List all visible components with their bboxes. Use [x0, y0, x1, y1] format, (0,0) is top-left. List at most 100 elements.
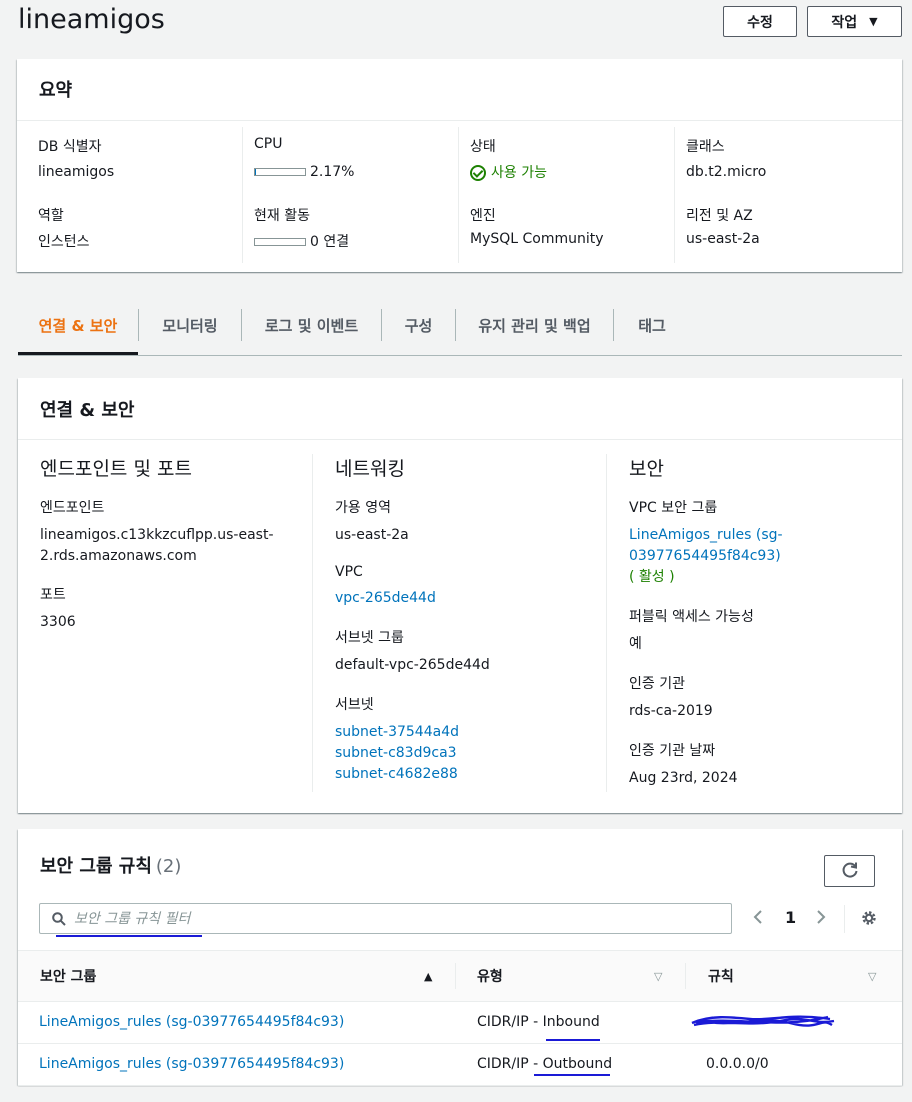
db-identifier-value: lineamigos — [38, 164, 115, 180]
ca-date-value: Aug 23rd, 2024 — [629, 770, 738, 786]
subnets-label: 서브넷 — [335, 697, 374, 713]
cpu-progress-bar — [254, 168, 306, 176]
redaction-scribble — [691, 1015, 835, 1027]
security-group-link[interactable]: LineAmigos_rules (sg-03977654495f84c93) — [39, 1056, 344, 1072]
rule-type-prefix: CIDR/IP - — [477, 1014, 543, 1030]
network-section-title: 네트워킹 — [335, 458, 405, 480]
rules-table-header: 보안 그룹 ▲ 유형 ▽ 규칙 ▽ — [18, 950, 902, 1002]
rule-type: CIDR/IP - Inbound — [477, 1014, 600, 1030]
column-header-type[interactable]: 유형 — [477, 966, 503, 986]
engine-value: MySQL Community — [470, 231, 604, 247]
rule-type: CIDR/IP - Outbound — [477, 1056, 612, 1072]
edit-button-label: 수정 — [747, 14, 773, 31]
security-group-link-cont[interactable]: 03977654495f84c93) — [629, 546, 902, 567]
sort-unsorted-icon[interactable]: ▽ — [654, 970, 662, 983]
summary-col-cpu: CPU 2.17% 현재 활동 0 연결 — [243, 127, 459, 263]
cpu-meter: 2.17% — [254, 164, 354, 180]
rules-title: 보안 그룹 규칙 (2) — [40, 852, 181, 878]
network-section: 네트워킹 가용 영역 us-east-2a VPC vpc-265de44d 서… — [313, 454, 607, 792]
rules-filter-field[interactable] — [39, 903, 732, 934]
security-group-link[interactable]: LineAmigos_rules (sg- — [629, 525, 902, 546]
vpc-label: VPC — [335, 564, 363, 580]
pager-divider — [844, 905, 845, 933]
endpoint-label: 엔드포인트 — [40, 500, 105, 516]
port-value: 3306 — [40, 614, 76, 630]
column-divider — [685, 963, 686, 989]
rules-count: (2) — [155, 856, 182, 877]
column-header-rule[interactable]: 규칙 — [708, 966, 734, 986]
activity-value: 0 연결 — [310, 234, 350, 250]
vpc-link[interactable]: vpc-265de44d — [335, 588, 606, 609]
tab-monitoring[interactable]: 모니터링 — [139, 306, 241, 355]
refresh-icon — [842, 862, 857, 878]
port-label: 포트 — [40, 587, 66, 603]
security-rules-panel: 보안 그룹 규칙(2) 1 보안 그룹 ▲ 유형 ▽ 규칙 ▽ LineAmig… — [18, 829, 902, 1086]
subnet-link[interactable]: subnet-37544a4d — [335, 722, 606, 743]
ca-value: rds-ca-2019 — [629, 703, 713, 719]
db-identifier-label: DB 식별자 — [38, 139, 102, 155]
tab-logs-events[interactable]: 로그 및 이벤트 — [242, 306, 381, 355]
subnet-link[interactable]: subnet-c83d9ca3 — [335, 743, 606, 764]
tab-bar: 연결 & 보안 모니터링 로그 및 이벤트 구성 유지 관리 및 백업 태그 — [18, 306, 902, 356]
cpu-label: CPU — [254, 136, 283, 152]
subnet-group-value: default-vpc-265de44d — [335, 657, 490, 673]
page-number[interactable]: 1 — [785, 908, 796, 927]
column-header-security-group[interactable]: 보안 그룹 — [40, 966, 96, 986]
region-label: 리전 및 AZ — [686, 208, 753, 224]
connectivity-title: 연결 & 보안 — [18, 378, 902, 440]
tab-connectivity[interactable]: 연결 & 보안 — [18, 306, 138, 355]
summary-col-class: 클래스 db.t2.micro 리전 및 AZ us-east-2a — [675, 127, 901, 263]
actions-button-label: 작업 — [831, 14, 858, 31]
tab-configuration[interactable]: 구성 — [382, 306, 455, 355]
sort-ascending-icon[interactable]: ▲ — [424, 970, 432, 983]
actions-button[interactable]: 작업 ▼ — [807, 6, 902, 37]
summary-title: 요약 — [17, 59, 902, 121]
cpu-value: 2.17% — [310, 164, 355, 180]
check-circle-icon — [470, 165, 486, 181]
cpu-progress-fill — [255, 169, 257, 175]
rule-direction: Inbound — [542, 1014, 600, 1030]
security-group-status: ( 활성 ) — [629, 569, 675, 585]
endpoint-section-title: 엔드포인트 및 포트 — [40, 458, 192, 480]
public-access-value: 예 — [629, 636, 642, 652]
class-value: db.t2.micro — [686, 164, 767, 180]
summary-col-identifier: DB 식별자 lineamigos 역할 인스턴스 — [17, 127, 243, 263]
subnet-group-label: 서브넷 그룹 — [335, 630, 404, 646]
search-icon — [52, 911, 66, 926]
tab-maintenance-backup[interactable]: 유지 관리 및 백업 — [456, 306, 613, 355]
security-section: 보안 VPC 보안 그룹 LineAmigos_rules (sg- 03977… — [607, 454, 902, 789]
security-section-title: 보안 — [629, 458, 664, 480]
activity-meter: 0 연결 — [254, 231, 349, 251]
sort-unsorted-icon[interactable]: ▽ — [868, 970, 876, 983]
annotation-underline — [546, 1039, 600, 1041]
tab-tags[interactable]: 태그 — [614, 306, 690, 355]
subnet-link[interactable]: subnet-c4682e88 — [335, 764, 606, 785]
endpoint-value-line-1: lineamigos.c13kkzcuflpp.us-east- — [40, 527, 274, 543]
engine-label: 엔진 — [470, 208, 496, 224]
annotation-underline — [534, 1074, 610, 1076]
role-value: 인스턴스 — [38, 234, 90, 250]
public-access-label: 퍼블릭 액세스 가능성 — [629, 609, 754, 625]
az-value: us-east-2a — [335, 527, 409, 543]
edit-button[interactable]: 수정 — [723, 6, 797, 37]
refresh-button[interactable] — [824, 855, 875, 887]
status-label: 상태 — [470, 139, 496, 155]
endpoint-value-line-2: 2.rds.amazonaws.com — [40, 548, 197, 564]
status-indicator: 사용 가능 — [470, 162, 547, 182]
summary-col-status: 상태 사용 가능 엔진 MySQL Community — [459, 127, 675, 263]
settings-gear-icon[interactable] — [860, 909, 878, 931]
endpoint-value: lineamigos.c13kkzcuflpp.us-east- 2.rds.a… — [40, 525, 312, 567]
role-label: 역할 — [38, 208, 64, 224]
activity-progress-bar — [254, 238, 306, 246]
page-title: lineamigos — [18, 4, 165, 35]
security-group-link[interactable]: LineAmigos_rules (sg-03977654495f84c93) — [39, 1014, 344, 1030]
rule-value: 0.0.0.0/0 — [706, 1056, 769, 1072]
rules-title-text: 보안 그룹 규칙 — [40, 856, 152, 877]
prev-page-icon[interactable] — [752, 909, 764, 929]
next-page-icon[interactable] — [815, 909, 827, 929]
rules-filter-input[interactable] — [74, 910, 674, 927]
status-value: 사용 가능 — [491, 165, 547, 181]
ca-date-label: 인증 기관 날짜 — [629, 743, 716, 759]
az-label: 가용 영역 — [335, 500, 391, 516]
connectivity-panel: 연결 & 보안 엔드포인트 및 포트 엔드포인트 lineamigos.c13k… — [18, 378, 902, 813]
